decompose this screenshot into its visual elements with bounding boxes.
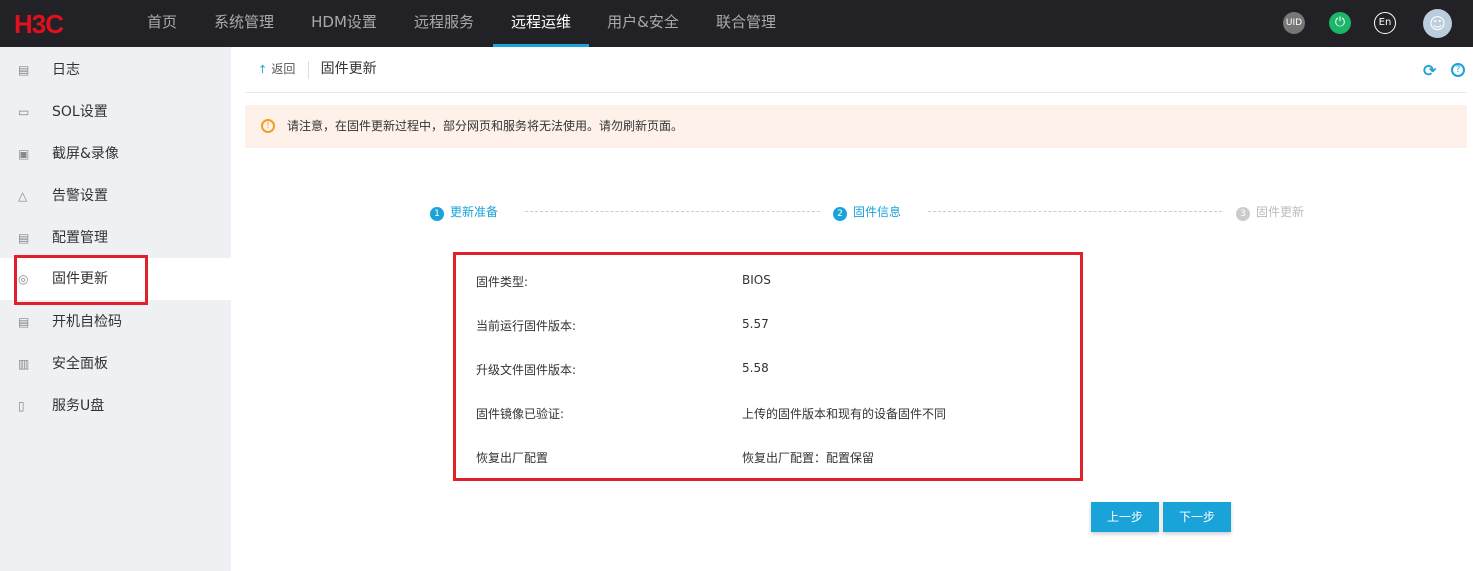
step-number: 3	[1236, 207, 1250, 221]
video-icon: ▣	[18, 147, 30, 161]
step-2: 2 固件信息	[833, 203, 901, 221]
sidebar-item-label: 安全面板	[52, 356, 108, 372]
power-icon[interactable]: ⏻	[1329, 12, 1351, 34]
divider	[245, 92, 1467, 93]
sidebar-item-label: 服务U盘	[52, 398, 105, 414]
nav-federation[interactable]: 联合管理	[710, 0, 782, 47]
alert-text: 请注意，在固件更新过程中，部分网页和服务将无法使用。请勿刷新页面。	[287, 119, 684, 133]
sidebar-item-post-code[interactable]: ▤ 开机自检码	[0, 301, 231, 343]
nav-remote-service[interactable]: 远程服务	[407, 0, 481, 47]
help-icon[interactable]: ?	[1451, 63, 1465, 77]
sidebar-item-config[interactable]: ▤ 配置管理	[0, 217, 231, 259]
image-verified-label: 固件镜像已验证:	[476, 407, 565, 421]
step-connector	[928, 211, 1222, 212]
panel-icon: ▥	[18, 357, 30, 371]
current-version-value: 5.57	[742, 317, 769, 331]
highlight-box	[14, 255, 148, 305]
upgrade-version-value: 5.58	[742, 361, 769, 375]
config-icon: ▤	[18, 231, 30, 245]
sidebar-item-security-panel[interactable]: ▥ 安全面板	[0, 343, 231, 385]
sidebar-item-alarm[interactable]: △ 告警设置	[0, 175, 231, 217]
sidebar-item-label: SOL设置	[52, 104, 108, 120]
nav-home[interactable]: 首页	[140, 0, 184, 47]
language-icon[interactable]: En	[1374, 12, 1396, 34]
top-bar: H3C 首页 系统管理 HDM设置 远程服务 远程运维 用户&安全 联合管理 U…	[0, 0, 1473, 47]
step-connector	[525, 211, 820, 212]
step-label: 固件信息	[853, 205, 902, 219]
sidebar-item-label: 配置管理	[52, 230, 108, 246]
sol-icon: ▭	[18, 105, 30, 119]
nav-user-security[interactable]: 用户&安全	[600, 0, 686, 47]
firmware-type-value: BIOS	[742, 273, 771, 287]
nav-remote-ops[interactable]: 远程运维	[493, 0, 589, 47]
step-3: 3 固件更新	[1236, 203, 1304, 221]
step-1: 1 更新准备	[430, 203, 498, 221]
breadcrumb: ↑ 返回 固件更新	[258, 58, 377, 79]
sidebar-item-usb[interactable]: ▯ 服务U盘	[0, 385, 231, 427]
factory-reset-label: 恢复出厂配置	[476, 451, 549, 465]
current-version-label: 当前运行固件版本:	[476, 319, 577, 333]
factory-reset-value: 恢复出厂配置：配置保留	[742, 451, 875, 465]
refresh-icon[interactable]: ⟳	[1423, 61, 1436, 80]
sidebar-item-screenshot[interactable]: ▣ 截屏&录像	[0, 133, 231, 175]
nav-system[interactable]: 系统管理	[208, 0, 280, 47]
next-step-button[interactable]: 下一步	[1163, 502, 1231, 532]
warning-alert: ! 请注意，在固件更新过程中，部分网页和服务将无法使用。请勿刷新页面。	[245, 105, 1467, 148]
sidebar-item-sol[interactable]: ▭ SOL设置	[0, 91, 231, 133]
warning-icon: !	[261, 119, 275, 133]
sidebar-item-label: 日志	[52, 62, 80, 78]
bell-icon: △	[18, 189, 28, 203]
prev-step-button[interactable]: 上一步	[1091, 502, 1159, 532]
back-arrow-icon[interactable]: ↑	[258, 63, 267, 76]
page-title: 固件更新	[320, 61, 377, 77]
image-verified-value: 上传的固件版本和现有的设备固件不同	[742, 407, 947, 421]
sidebar-item-label: 开机自检码	[52, 314, 122, 330]
step-number: 2	[833, 207, 847, 221]
sidebar-item-label: 告警设置	[52, 188, 108, 204]
back-link[interactable]: 返回	[271, 62, 295, 76]
h3c-logo: H3C	[14, 9, 64, 39]
sidebar-item-log[interactable]: ▤ 日志	[0, 49, 231, 91]
document-icon: ▤	[18, 315, 30, 329]
sidebar-item-label: 截屏&录像	[52, 146, 119, 162]
uid-icon[interactable]: UID	[1283, 12, 1305, 34]
usb-icon: ▯	[18, 399, 25, 413]
step-label: 固件更新	[1256, 205, 1305, 219]
divider	[307, 60, 309, 79]
nav-hdm[interactable]: HDM设置	[305, 0, 383, 47]
log-icon: ▤	[18, 63, 30, 77]
step-number: 1	[430, 207, 444, 221]
avatar[interactable]: ☺	[1423, 9, 1452, 38]
firmware-type-label: 固件类型:	[476, 275, 529, 289]
sidebar: ▤ 日志 ▭ SOL设置 ▣ 截屏&录像 △ 告警设置 ▤ 配置管理 ◎ 固件更新 ▤ 开机自…	[0, 47, 231, 571]
step-label: 更新准备	[450, 205, 499, 219]
upgrade-version-label: 升级文件固件版本:	[476, 363, 577, 377]
